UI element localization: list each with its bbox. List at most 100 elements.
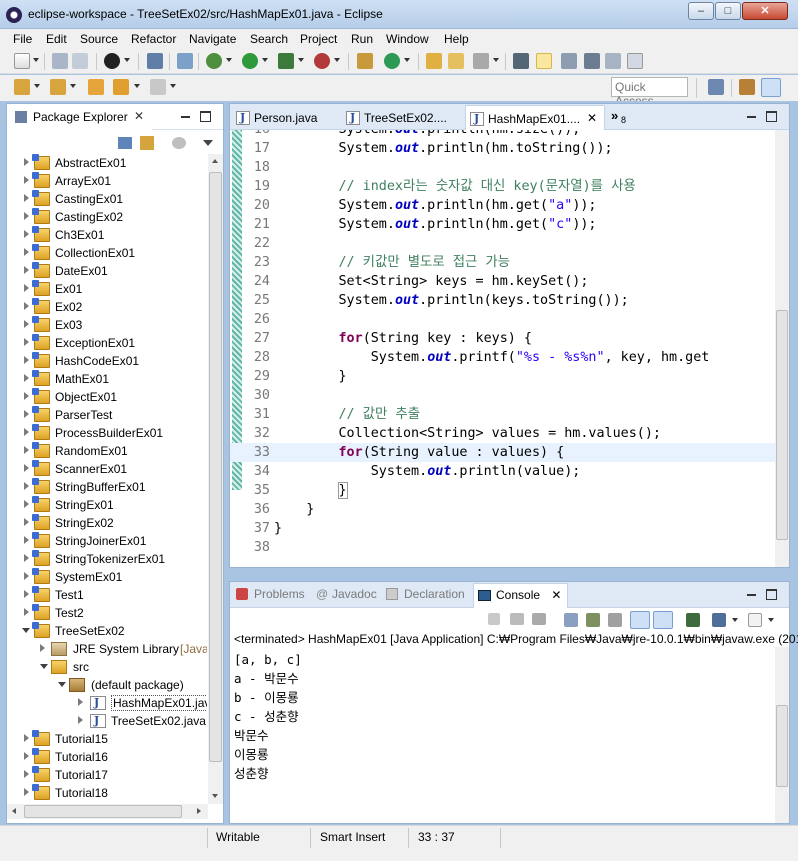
- tree-item-ex01[interactable]: Ex01: [7, 280, 207, 298]
- hscrollbar-thumb[interactable]: [24, 805, 182, 818]
- collapsed-arrow-icon[interactable]: [24, 176, 29, 184]
- debug-dropdown-icon[interactable]: [226, 58, 232, 62]
- collapsed-arrow-icon[interactable]: [78, 698, 83, 706]
- menu-search[interactable]: Search: [250, 32, 288, 46]
- open-type-icon[interactable]: [426, 53, 442, 69]
- tree-item-hashmapex01-jav[interactable]: HashMapEx01.jav: [7, 694, 207, 712]
- menu-source[interactable]: Source: [80, 32, 118, 46]
- save-all-icon[interactable]: [72, 53, 88, 69]
- tree-item-tutorial18[interactable]: Tutorial18: [7, 784, 207, 802]
- code-line[interactable]: 23 // 키값만 별도로 접근 가능: [230, 253, 775, 272]
- collapsed-arrow-icon[interactable]: [24, 338, 29, 346]
- show-on-stderr-icon[interactable]: [653, 611, 673, 629]
- scrollbar-thumb[interactable]: [776, 705, 788, 787]
- account-dropdown-icon[interactable]: [124, 58, 130, 62]
- new-icon[interactable]: [14, 53, 30, 69]
- code-line[interactable]: 28 System.out.printf("%s - %s%n", key, h…: [230, 348, 775, 367]
- code-line[interactable]: 31 // 값만 추출: [230, 405, 775, 424]
- tree-item-arrayex01[interactable]: ArrayEx01: [7, 172, 207, 190]
- tree-item-parsertest[interactable]: ParserTest: [7, 406, 207, 424]
- console-icon[interactable]: [147, 53, 163, 69]
- debug-icon[interactable]: [206, 53, 222, 69]
- previous-annotation-dropdown-icon[interactable]: [70, 84, 76, 88]
- code-line[interactable]: 16 System.out.println(hm.size());: [230, 130, 775, 139]
- scroll-left-icon[interactable]: [12, 808, 16, 814]
- tree-item-processbuilderex01[interactable]: ProcessBuilderEx01: [7, 424, 207, 442]
- collapsed-arrow-icon[interactable]: [24, 464, 29, 472]
- tree-item-mathex01[interactable]: MathEx01: [7, 370, 207, 388]
- open-task-icon[interactable]: [448, 53, 464, 69]
- tab-javadoc[interactable]: Javadoc: [332, 587, 377, 601]
- coverage-dropdown-icon[interactable]: [298, 58, 304, 62]
- menu-help[interactable]: Help: [444, 32, 469, 46]
- collapsed-arrow-icon[interactable]: [24, 608, 29, 616]
- back-icon[interactable]: [113, 79, 129, 95]
- search-tool-icon[interactable]: [473, 53, 489, 69]
- editor-scrollbar[interactable]: [775, 130, 789, 567]
- menu-edit[interactable]: Edit: [46, 32, 67, 46]
- code-line[interactable]: 17 System.out.println(hm.toString());: [230, 139, 775, 158]
- tree-item-abstractex01[interactable]: AbstractEx01: [7, 154, 207, 172]
- code-line[interactable]: 27 for(String key : keys) {: [230, 329, 775, 348]
- maximize-editor-icon[interactable]: [766, 111, 777, 122]
- scroll-up-icon[interactable]: [212, 159, 218, 163]
- tree-item-treesetex02-java[interactable]: TreeSetEx02.java: [7, 712, 207, 730]
- java-perspective-icon[interactable]: [761, 78, 781, 97]
- show-source-icon[interactable]: [605, 53, 621, 69]
- collapsed-arrow-icon[interactable]: [24, 248, 29, 256]
- package-explorer-scrollbar[interactable]: [208, 154, 223, 804]
- tab-console[interactable]: Console ✕: [473, 583, 569, 608]
- collapsed-arrow-icon[interactable]: [24, 572, 29, 580]
- collapsed-arrow-icon[interactable]: [24, 500, 29, 508]
- code-line[interactable]: 29 }: [230, 367, 775, 386]
- run-dropdown-icon[interactable]: [262, 58, 268, 62]
- close-icon[interactable]: ✕: [134, 109, 144, 123]
- collapsed-arrow-icon[interactable]: [24, 446, 29, 454]
- code-line[interactable]: 37}: [230, 519, 775, 538]
- expanded-arrow-icon[interactable]: [40, 664, 48, 669]
- last-edit-location-icon[interactable]: [88, 79, 104, 95]
- minimize-button[interactable]: ‒: [688, 2, 714, 20]
- new-class-icon[interactable]: [384, 53, 400, 69]
- close-window-button[interactable]: ✕: [742, 2, 788, 20]
- tree-item-castingex02[interactable]: CastingEx02: [7, 208, 207, 226]
- tree-item-treesetex02[interactable]: TreeSetEx02: [7, 622, 207, 640]
- tree-item-dateex01[interactable]: DateEx01: [7, 262, 207, 280]
- collapsed-arrow-icon[interactable]: [24, 788, 29, 796]
- collapsed-arrow-icon[interactable]: [24, 284, 29, 292]
- tree-item-stringex02[interactable]: StringEx02: [7, 514, 207, 532]
- code-line[interactable]: 26: [230, 310, 775, 329]
- tree-item-ch3ex01[interactable]: Ch3Ex01: [7, 226, 207, 244]
- collapsed-arrow-icon[interactable]: [24, 194, 29, 202]
- tree-item-scannerex01[interactable]: ScannerEx01: [7, 460, 207, 478]
- account-icon[interactable]: [104, 53, 120, 69]
- focus-icon[interactable]: [172, 137, 186, 149]
- tree-item-test1[interactable]: Test1: [7, 586, 207, 604]
- collapsed-arrow-icon[interactable]: [24, 770, 29, 778]
- tree-item-systemex01[interactable]: SystemEx01: [7, 568, 207, 586]
- skip-breakpoints-icon[interactable]: [177, 53, 193, 69]
- menu-file[interactable]: File: [13, 32, 32, 46]
- collapsed-arrow-icon[interactable]: [24, 734, 29, 742]
- code-line[interactable]: 36 }: [230, 500, 775, 519]
- open-console-icon[interactable]: [748, 613, 762, 627]
- external-tools-icon[interactable]: [314, 53, 330, 69]
- collapsed-arrow-icon[interactable]: [24, 212, 29, 220]
- highlight-icon[interactable]: [536, 53, 552, 69]
- tree-item-tutorial15[interactable]: Tutorial15: [7, 730, 207, 748]
- maximize-console-icon[interactable]: [766, 589, 777, 600]
- collapsed-arrow-icon[interactable]: [24, 518, 29, 526]
- paragraph-icon[interactable]: [627, 53, 643, 69]
- console-scrollbar[interactable]: [775, 647, 789, 823]
- code-line[interactable]: 20 System.out.println(hm.get("a"));: [230, 196, 775, 215]
- show-whitespace-icon[interactable]: [584, 53, 600, 69]
- collapsed-arrow-icon[interactable]: [24, 356, 29, 364]
- collapsed-arrow-icon[interactable]: [24, 482, 29, 490]
- new-dropdown-icon[interactable]: [33, 58, 39, 62]
- tab-declaration[interactable]: Declaration: [404, 587, 465, 601]
- menu-refactor[interactable]: Refactor: [131, 32, 176, 46]
- menu-project[interactable]: Project: [300, 32, 337, 46]
- block-selection-icon[interactable]: [561, 53, 577, 69]
- remove-launch-icon[interactable]: [510, 613, 524, 625]
- close-icon[interactable]: ✕: [551, 588, 561, 602]
